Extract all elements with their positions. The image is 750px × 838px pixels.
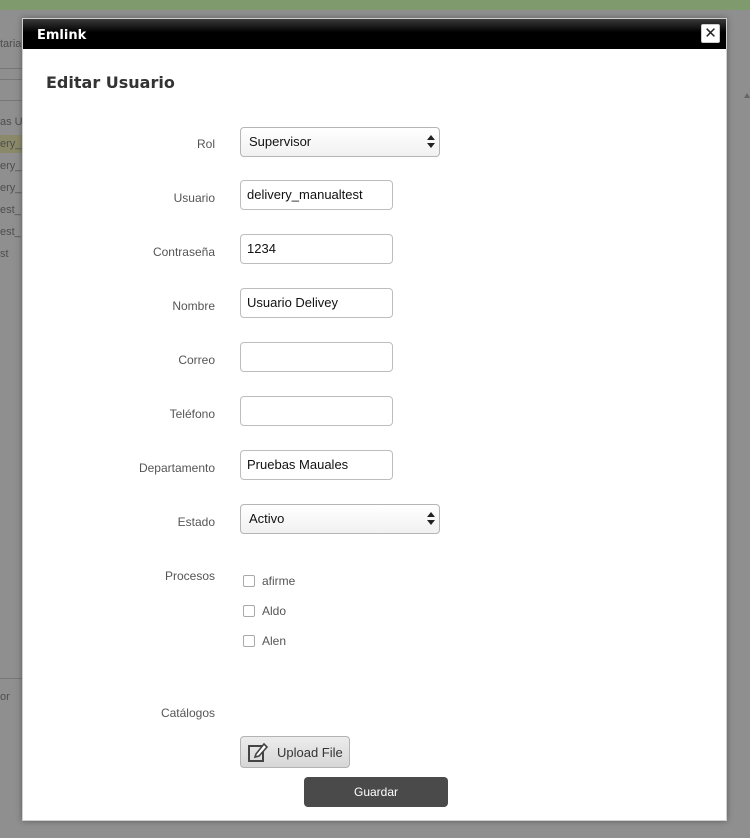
select-arrows-icon	[427, 135, 435, 149]
background-list-item: ery_u	[0, 160, 22, 172]
rol-label: Rol	[196, 137, 215, 151]
departamento-label: Departamento	[138, 461, 215, 475]
procesos-label: Procesos	[164, 569, 215, 583]
dialog-title: Emlink	[37, 28, 87, 43]
proceso-option[interactable]: afirme	[243, 573, 295, 589]
estado-select[interactable]: Activo	[240, 504, 440, 534]
background-bottom-label: or	[0, 691, 10, 703]
contrasena-label: Contraseña	[152, 245, 215, 259]
background-divider	[0, 68, 22, 80]
nombre-input[interactable]: Usuario Delivey	[240, 288, 393, 318]
background-list-header: as Us	[0, 116, 22, 128]
checkbox-icon[interactable]	[243, 575, 255, 587]
upload-file-button[interactable]: Upload File	[240, 736, 350, 768]
usuario-input[interactable]: delivery_manualtest	[240, 180, 393, 210]
dialog-titlebar: Emlink	[23, 19, 726, 49]
departamento-input[interactable]: Pruebas Mauales	[240, 450, 393, 480]
checkbox-icon[interactable]	[243, 605, 255, 617]
save-button[interactable]: Guardar	[304, 777, 448, 807]
background-divider	[0, 678, 22, 679]
background-list-item: ery_m	[0, 138, 22, 150]
background-sort-icon	[744, 92, 750, 98]
select-arrows-icon	[427, 512, 435, 526]
proceso-option[interactable]: Alen	[243, 633, 286, 649]
background-top-bar	[0, 0, 750, 10]
background-top-label: taria	[0, 38, 22, 50]
rol-select[interactable]: Supervisor	[240, 127, 440, 157]
telefono-label: Teléfono	[169, 407, 215, 421]
background-divider	[0, 100, 22, 101]
background-list-item: ery_u	[0, 182, 22, 194]
background-list-item: est_	[0, 204, 21, 216]
catalogos-label: Catálogos	[160, 706, 215, 720]
edit-user-dialog: Emlink ✕ Editar Usuario Rol Supervisor U…	[22, 18, 727, 821]
rol-select-value: Supervisor	[249, 134, 312, 149]
estado-select-value: Activo	[249, 511, 285, 526]
proceso-option-label: afirme	[262, 574, 296, 588]
proceso-option-label: Alen	[262, 634, 287, 648]
nombre-label: Nombre	[172, 299, 215, 313]
proceso-option[interactable]: Aldo	[243, 603, 286, 619]
upload-file-label: Upload File	[277, 744, 343, 760]
telefono-input[interactable]	[240, 396, 393, 426]
correo-label: Correo	[178, 353, 215, 367]
estado-label: Estado	[177, 515, 215, 529]
contrasena-input[interactable]: 1234	[240, 234, 393, 264]
page-title: Editar Usuario	[46, 73, 175, 92]
background-list-item: st	[0, 248, 9, 260]
proceso-option-label: Aldo	[262, 604, 287, 618]
edit-document-icon	[248, 742, 269, 762]
usuario-label: Usuario	[173, 191, 215, 205]
checkbox-icon[interactable]	[243, 635, 255, 647]
background-list-item: est_	[0, 226, 21, 238]
close-icon[interactable]: ✕	[701, 24, 720, 43]
correo-input[interactable]	[240, 342, 393, 372]
